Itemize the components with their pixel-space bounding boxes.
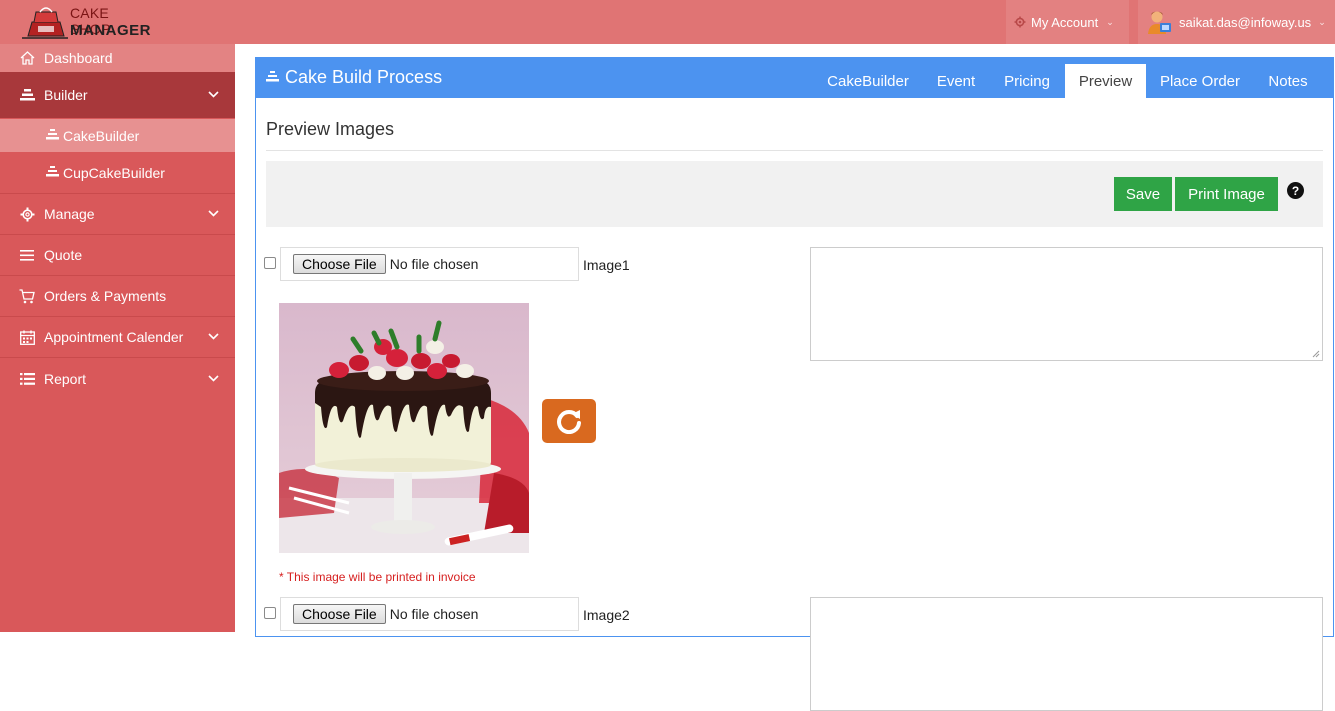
- user-menu[interactable]: saikat.das@infoway.us ⌄: [1138, 0, 1335, 44]
- my-account-menu[interactable]: My Account ⌄: [1006, 0, 1129, 44]
- layers-icon: [18, 89, 36, 101]
- sidebar-item-appointment-calender[interactable]: Appointment Calender: [0, 317, 235, 358]
- help-icon[interactable]: ?: [1287, 182, 1304, 199]
- image1-description-textarea[interactable]: [810, 247, 1323, 361]
- image1-label: Image1: [583, 257, 630, 273]
- image1-checkbox[interactable]: [264, 257, 276, 269]
- sidebar-item-manage[interactable]: Manage: [0, 194, 235, 235]
- sidebar-item-label: Quote: [44, 247, 83, 263]
- sidebar-item-orders-payments[interactable]: Orders & Payments: [0, 276, 235, 317]
- tab-pricing[interactable]: Pricing: [996, 64, 1058, 98]
- image1-file-input[interactable]: Choose File No file chosen: [280, 247, 579, 281]
- rotate-image-button[interactable]: [542, 399, 596, 443]
- sidebar-item-cupcakebuilder[interactable]: CupCakeBuilder: [0, 152, 235, 194]
- list-icon: [18, 372, 36, 385]
- cake-layers-icon: [46, 165, 59, 180]
- sidebar-item-label: Builder: [44, 87, 88, 103]
- sidebar-item-label: Appointment Calender: [44, 329, 184, 345]
- section-title: Preview Images: [266, 119, 395, 139]
- file-status: No file chosen: [389, 256, 479, 272]
- divider: [266, 150, 1323, 151]
- sidebar-item-report[interactable]: Report: [0, 358, 235, 399]
- brand-line2: MANAGER: [70, 22, 151, 39]
- chevron-down-icon: ⌄: [1318, 16, 1326, 27]
- sidebar-item-quote[interactable]: Quote: [0, 235, 235, 276]
- chevron-down-icon: [208, 331, 219, 343]
- tab-place-order[interactable]: Place Order: [1152, 64, 1248, 98]
- user-avatar-icon: [1148, 11, 1171, 34]
- user-email: saikat.das@infoway.us: [1179, 14, 1312, 30]
- sidebar-item-label: Dashboard: [44, 50, 113, 66]
- cake-logo-icon: [22, 7, 68, 39]
- cake-preview-image: [279, 303, 529, 553]
- my-account-label: My Account: [1031, 14, 1099, 30]
- panel-header: Cake Build Process CakeBuilder Event Pri…: [256, 58, 1333, 98]
- invoice-note: * This image will be printed in invoice: [279, 570, 476, 584]
- sidebar-item-builder[interactable]: Builder: [0, 72, 235, 118]
- sidebar-item-label: Manage: [44, 206, 95, 222]
- home-icon: [18, 51, 36, 65]
- image2-description-textarea[interactable]: [810, 597, 1323, 711]
- rotate-icon: [557, 410, 581, 434]
- file-status: No file chosen: [389, 606, 479, 622]
- sidebar-item-dashboard[interactable]: Dashboard: [0, 44, 235, 72]
- tab-cakebuilder[interactable]: CakeBuilder: [814, 64, 922, 98]
- chevron-down-icon: [208, 89, 219, 101]
- tab-notes[interactable]: Notes: [1258, 64, 1318, 98]
- sidebar-item-label: CupCakeBuilder: [63, 164, 165, 181]
- print-image-button[interactable]: Print Image: [1175, 177, 1278, 211]
- gear-icon: [18, 207, 36, 222]
- choose-file-button[interactable]: Choose File: [293, 604, 386, 624]
- image2-checkbox[interactable]: [264, 607, 276, 619]
- avatar: [1146, 9, 1172, 35]
- save-button[interactable]: Save: [1114, 177, 1172, 211]
- cake-layers-icon: [266, 70, 279, 85]
- panel-title: Cake Build Process: [266, 67, 442, 88]
- chevron-down-icon: [208, 373, 219, 385]
- panel-title-text: Cake Build Process: [285, 67, 443, 87]
- image2-file-input[interactable]: Choose File No file chosen: [280, 597, 579, 631]
- cake-layers-icon: [46, 128, 59, 143]
- calendar-icon: [18, 330, 36, 345]
- cake-build-panel: Cake Build Process CakeBuilder Event Pri…: [255, 57, 1334, 711]
- tab-event[interactable]: Event: [926, 64, 986, 98]
- tab-preview[interactable]: Preview: [1065, 64, 1146, 98]
- sidebar-item-label: Orders & Payments: [44, 288, 167, 304]
- gear-icon: [1014, 16, 1026, 28]
- choose-file-button[interactable]: Choose File: [293, 254, 386, 274]
- sidebar-item-label: CakeBuilder: [63, 127, 140, 144]
- sidebar: Dashboard Builder CakeBuilder CupCakeBui…: [0, 44, 235, 632]
- chevron-down-icon: ⌄: [1106, 16, 1114, 27]
- menu-lines-icon: [18, 249, 36, 261]
- resize-grip-icon[interactable]: [1312, 350, 1320, 358]
- image2-label: Image2: [583, 607, 630, 623]
- cart-icon: [18, 288, 36, 304]
- sidebar-item-cakebuilder[interactable]: CakeBuilder: [0, 119, 235, 152]
- sidebar-item-label: Report: [44, 370, 87, 387]
- top-bar: CAKE SHOP MANAGER My Account ⌄ saikat.da…: [0, 0, 1335, 44]
- brand-logo[interactable]: CAKE SHOP MANAGER: [18, 2, 151, 40]
- chevron-down-icon: [208, 208, 219, 220]
- preview-toolbar: Save Print Image ?: [266, 161, 1323, 227]
